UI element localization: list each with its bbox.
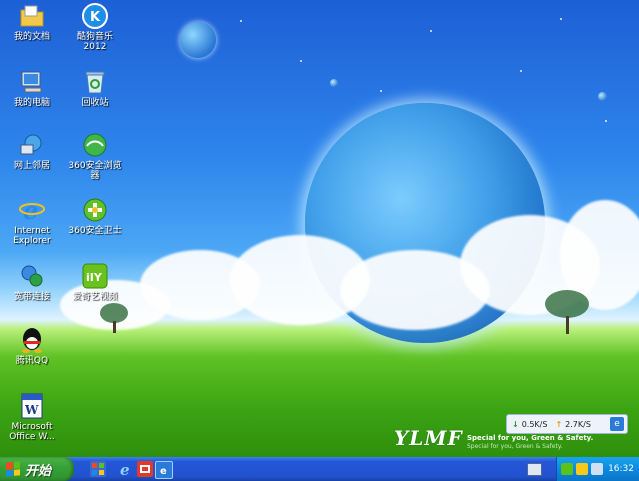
icon-label: 酷狗音乐 2012 <box>76 32 113 52</box>
brand-tagline: Special for you, Green & Safety. <box>467 434 594 442</box>
icon-label: 爱奇艺视频 <box>72 292 118 302</box>
internet-explorer-icon: e <box>18 196 46 224</box>
recycle-bin-icon <box>81 68 109 96</box>
icon-label: 我的电脑 <box>13 98 50 108</box>
desktop-icon-iqiyi[interactable]: iIY 爱奇艺视频 <box>65 262 125 302</box>
icon-label: 360安全浏览 器 <box>68 161 122 181</box>
start-label: 开始 <box>25 463 52 479</box>
star <box>300 60 302 62</box>
desktop-icon-recycle-bin[interactable]: 回收站 <box>65 68 125 108</box>
star <box>380 90 382 92</box>
download-arrow-icon: ↓ <box>512 419 519 429</box>
tree <box>545 290 591 334</box>
desktop-wallpaper: 我的文档 K 酷狗音乐 2012 我的电脑 回收站 网上邻居 360安全浏览 器… <box>0 0 639 457</box>
svg-text:iIY: iIY <box>86 271 103 284</box>
taskbar: 开始 e e 16:32 <box>0 457 639 481</box>
word-icon: W <box>18 392 46 420</box>
start-button[interactable]: 开始 <box>0 457 74 481</box>
icon-label: 回收站 <box>81 98 109 108</box>
windows-logo-icon <box>6 461 20 477</box>
svg-text:K: K <box>90 10 101 25</box>
tencent-qq-icon <box>18 326 46 354</box>
quicklaunch-ie-icon[interactable]: e <box>118 461 134 477</box>
svg-text:e: e <box>23 197 38 223</box>
upload-arrow-icon: ↑ <box>555 419 563 429</box>
star <box>520 70 522 72</box>
browser-accelerator-icon[interactable]: e <box>610 417 624 431</box>
icon-label: 360安全卫士 <box>68 226 122 236</box>
icon-label: 腾讯QQ <box>15 356 49 366</box>
svg-text:e: e <box>120 461 130 477</box>
icon-label: 我的文档 <box>13 32 50 42</box>
desktop-icon-360-browser[interactable]: 360安全浏览 器 <box>65 131 125 181</box>
tiny-planet <box>598 92 607 101</box>
quicklaunch-media-icon[interactable] <box>137 461 153 477</box>
desktop-icon-360-safeguard[interactable]: 360安全卫士 <box>65 196 125 236</box>
clock[interactable]: 16:32 <box>608 464 634 474</box>
keyboard-language-icon[interactable] <box>527 463 542 476</box>
icon-label: 网上邻居 <box>13 161 50 171</box>
star <box>605 120 607 122</box>
icon-label: Internet Explorer <box>13 226 51 246</box>
quicklaunch-browser-icon[interactable]: e <box>155 461 173 479</box>
desktop-icon-internet-explorer[interactable]: e Internet Explorer <box>2 196 62 246</box>
star <box>430 30 432 32</box>
tree <box>100 303 130 333</box>
star <box>560 18 562 20</box>
desktop-icon-word[interactable]: W Microsoft Office W... <box>2 392 62 442</box>
network-speed-monitor[interactable]: ↓ 0.5K/S ↑ 2.7K/S e <box>506 414 628 434</box>
desktop-icon-my-documents[interactable]: 我的文档 <box>2 2 62 42</box>
icon-label: 宽带连接 <box>13 292 50 302</box>
360-browser-icon <box>81 131 109 159</box>
small-moon <box>180 22 216 58</box>
tray-security-icon[interactable] <box>576 463 588 475</box>
svg-text:e: e <box>160 466 167 476</box>
star <box>240 20 242 22</box>
iqiyi-video-icon: iIY <box>81 262 109 290</box>
my-computer-icon <box>18 68 46 96</box>
broadband-connection-icon <box>18 262 46 290</box>
system-tray: 16:32 <box>556 457 639 481</box>
network-places-icon <box>18 131 46 159</box>
kugou-music-icon: K <box>81 2 109 30</box>
desktop-icon-my-computer[interactable]: 我的电脑 <box>2 68 62 108</box>
show-desktop-icon[interactable] <box>90 461 106 477</box>
tray-volume-icon[interactable] <box>591 463 603 475</box>
desktop-icon-qq[interactable]: 腾讯QQ <box>2 326 62 366</box>
download-speed: 0.5K/S <box>521 419 548 429</box>
360-safeguard-icon <box>81 196 109 224</box>
brand-tagline-reflection: Special for you, Green & Safety. <box>467 443 563 450</box>
desktop-icon-broadband[interactable]: 宽带连接 <box>2 262 62 302</box>
ylmf-brand-logo: YLMF <box>394 426 463 450</box>
desktop-icon-kugou[interactable]: K 酷狗音乐 2012 <box>65 2 125 52</box>
tiny-planet <box>330 79 338 87</box>
tray-360-icon[interactable] <box>561 463 573 475</box>
folder-documents-icon <box>18 2 46 30</box>
svg-text:W: W <box>24 403 39 417</box>
desktop-icon-network-places[interactable]: 网上邻居 <box>2 131 62 171</box>
icon-label: Microsoft Office W... <box>9 422 55 442</box>
upload-speed: 2.7K/S <box>565 419 591 429</box>
